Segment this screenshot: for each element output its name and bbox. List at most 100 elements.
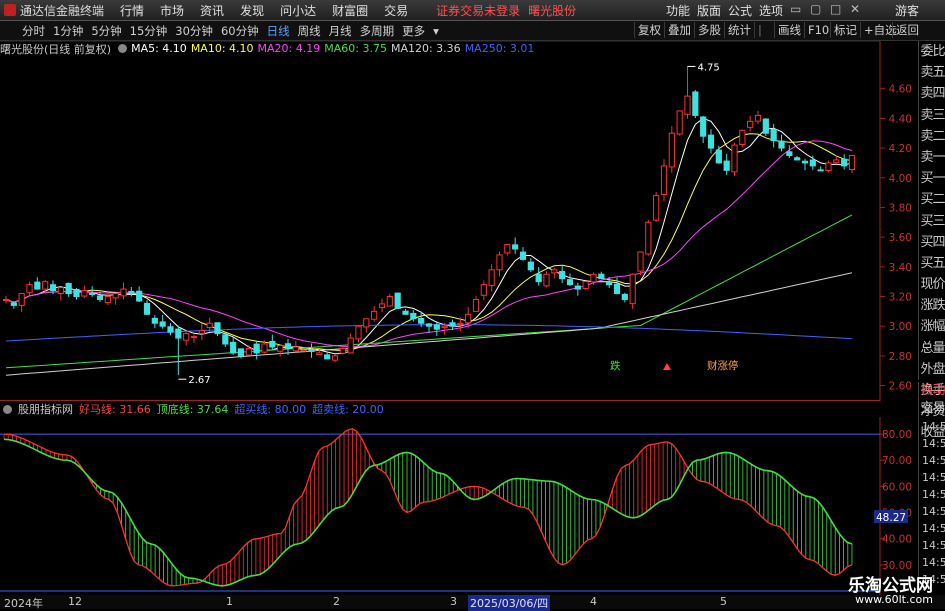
candle-body (316, 352, 323, 356)
candle-body (457, 322, 464, 325)
candle-body (324, 354, 331, 360)
auto-trade-label[interactable]: 自动 (919, 382, 945, 400)
close-icon[interactable]: ✕ (850, 2, 860, 16)
sidebar-item: 买四 (920, 234, 945, 250)
adjust-button[interactable]: 复权 (634, 22, 664, 38)
price-tick-label: 3.20 (889, 292, 912, 304)
candle-body (222, 334, 229, 345)
restore-icon[interactable]: ▢ (810, 2, 821, 16)
candle-body (801, 160, 809, 164)
indicator-info: 股朋指标网 好马线: 31.66 顶底线: 37.64 超买线: 80.00 超… (0, 402, 880, 416)
candle-body (527, 261, 534, 271)
period-1min[interactable]: 1分钟 (49, 23, 87, 39)
candle-body (120, 288, 127, 297)
candle-body (331, 355, 339, 361)
menu-ask[interactable]: 问小达 (280, 2, 316, 19)
overlay-button[interactable]: 叠加 (664, 22, 694, 38)
period-weekly[interactable]: 周线 (294, 23, 325, 39)
candle-body (574, 285, 581, 290)
trade-sidebar: 自动 交易 14:5614:5614:5614:5614:5614:5614:5… (918, 382, 945, 592)
candle-body (809, 159, 816, 167)
stats-button[interactable]: 统计 (724, 22, 754, 38)
sidebar-item: 总量 (920, 340, 945, 356)
date-label-jan: 1 (226, 595, 233, 608)
menu-layout[interactable]: 版面 (697, 2, 721, 19)
f10-button[interactable]: F10 (804, 22, 832, 38)
candle-body (253, 343, 260, 354)
candle-body (261, 343, 268, 353)
overbought-label: 超买线: 80.00 (234, 403, 307, 416)
menu-market[interactable]: 市场 (160, 2, 184, 19)
date-label-mar: 3 (450, 595, 457, 608)
sidebar-item: 买三 (920, 213, 945, 229)
candle-body (292, 346, 299, 352)
candle-body (136, 290, 143, 302)
candle-body (206, 322, 213, 328)
watermark-url: www.60lt.com (855, 593, 933, 606)
login-alert[interactable]: 证券交易未登录 (436, 2, 520, 19)
candle-body (159, 321, 166, 327)
candle-body (65, 282, 72, 295)
trade-label[interactable]: 交易 (919, 400, 945, 418)
dingdi-label: 顶底线: 37.64 (156, 403, 229, 416)
signal-fall-label: 跌 (610, 359, 621, 372)
candle-body (190, 336, 198, 339)
menu-formula[interactable]: 公式 (728, 2, 752, 19)
menu-function[interactable]: 功能 (666, 2, 690, 19)
menu-discover[interactable]: 发现 (240, 2, 264, 19)
period-30min[interactable]: 30分钟 (171, 23, 217, 39)
mark-button[interactable]: 标记 (830, 22, 860, 38)
candle-body (613, 283, 621, 295)
menu-quotes[interactable]: 行情 (120, 2, 144, 19)
candle-body (167, 326, 174, 333)
price-tick-label: 2.80 (889, 351, 912, 363)
candle-body (833, 159, 840, 164)
dingdi-line (3, 438, 853, 587)
price-tick-label: 3.40 (889, 262, 912, 274)
period-15min[interactable]: 15分钟 (126, 23, 172, 39)
period-monthly[interactable]: 月线 (325, 23, 356, 39)
period-5min[interactable]: 5分钟 (87, 23, 125, 39)
candlestick-chart[interactable]: 4.60 4.40 4.20 4.00 3.80 3.60 3.40 3.20 3.00 2.80… (0, 41, 945, 401)
back-button[interactable]: 返回 (892, 22, 922, 38)
trade-time: 14:56 (922, 488, 945, 501)
menu-trade[interactable]: 交易 (384, 2, 408, 19)
menu-wealth[interactable]: 财富圈 (332, 2, 368, 19)
more-chevron-icon[interactable]: ▾ (429, 24, 443, 38)
candle-body (731, 144, 738, 173)
guest-label[interactable]: 游客 (895, 2, 919, 19)
indicator-settings-dot-icon[interactable] (3, 404, 12, 414)
candle-body (465, 313, 472, 324)
minimize-icon[interactable]: ▭ (790, 2, 801, 16)
menu-news[interactable]: 资讯 (200, 2, 224, 19)
candle-body (496, 254, 503, 271)
draw-button[interactable]: 画线 (774, 22, 804, 38)
candle-body (402, 310, 409, 315)
candle-body (183, 333, 190, 341)
indicator-chart[interactable]: 80.0070.0060.0050.0040.0030.0048.27 (0, 417, 945, 595)
current-stock-name: 曙光股份 (528, 3, 577, 18)
candle-body (566, 279, 574, 286)
candle-body (277, 344, 284, 352)
maximize-icon[interactable]: □ (830, 2, 841, 16)
trade-time: 14:56 (922, 471, 945, 484)
candle-body (49, 284, 57, 292)
candle-body (26, 284, 33, 294)
candle-body (175, 328, 182, 339)
candle-body (34, 281, 41, 290)
trade-time: 14:56 (922, 556, 945, 569)
trade-time: 14:56 (922, 454, 945, 467)
candle-body (230, 341, 237, 354)
price-tick-label: 3.00 (889, 321, 912, 333)
period-daily[interactable]: 日线 (263, 23, 294, 39)
menu-options[interactable]: 选项 (759, 2, 783, 19)
candles (2, 66, 856, 376)
period-tick[interactable]: 分时 (0, 23, 49, 39)
period-more[interactable]: 更多 (398, 23, 429, 39)
multi-stock-button[interactable]: 多股 (694, 22, 724, 38)
period-multi[interactable]: 多周期 (356, 23, 399, 39)
trade-time: 14:56 (922, 437, 945, 450)
period-60min[interactable]: 60分钟 (217, 23, 263, 39)
moving-average-lines (5, 117, 853, 376)
indicator-tick-label: 40.00 (882, 534, 912, 546)
